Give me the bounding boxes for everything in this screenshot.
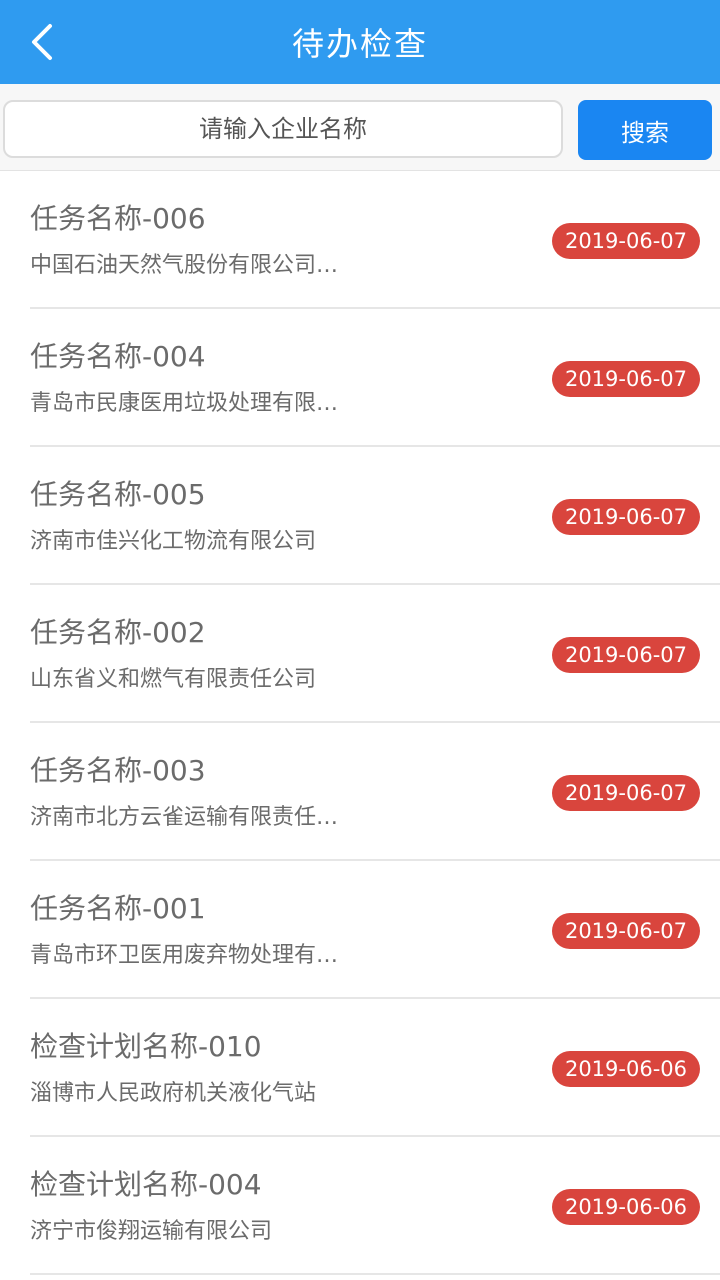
list-item[interactable]: 检查计划名称-004 济宁市俊翔运输有限公司 2019-06-06 — [30, 1137, 720, 1275]
date-badge: 2019-06-06 — [551, 1051, 700, 1087]
task-name: 任务名称-006 — [30, 202, 206, 235]
task-list: 任务名称-006 中国石油天然气股份有限公司… 2019-06-07 任务名称-… — [0, 171, 720, 1275]
list-item[interactable]: 任务名称-002 山东省义和燃气有限责任公司 2019-06-07 — [30, 585, 720, 723]
company-name: 青岛市民康医用垃圾处理有限… — [30, 391, 339, 416]
list-item[interactable]: 任务名称-001 青岛市环卫医用废弃物处理有… 2019-06-07 — [30, 861, 720, 999]
date-badge: 2019-06-07 — [551, 775, 700, 811]
search-bar: 搜索 — [0, 84, 720, 171]
date-badge: 2019-06-07 — [551, 499, 700, 535]
list-item[interactable]: 任务名称-004 青岛市民康医用垃圾处理有限… 2019-06-07 — [30, 309, 720, 447]
company-name: 济南市北方云雀运输有限责任… — [30, 805, 339, 830]
page-title: 待办检查 — [291, 25, 428, 63]
app-header: 待办检查 — [0, 0, 720, 84]
company-name: 山东省义和燃气有限责任公司 — [30, 667, 317, 692]
list-item[interactable]: 任务名称-003 济南市北方云雀运输有限责任… 2019-06-07 — [30, 723, 720, 861]
task-name: 任务名称-005 — [30, 478, 206, 511]
date-badge: 2019-06-06 — [551, 1189, 700, 1225]
date-badge: 2019-06-07 — [551, 913, 700, 949]
date-badge: 2019-06-07 — [551, 637, 700, 673]
list-item[interactable]: 任务名称-005 济南市佳兴化工物流有限公司 2019-06-07 — [30, 447, 720, 585]
task-name: 任务名称-001 — [30, 892, 206, 925]
task-name: 任务名称-004 — [30, 340, 206, 373]
company-name: 淄博市人民政府机关液化气站 — [30, 1081, 317, 1106]
company-name: 济南市佳兴化工物流有限公司 — [30, 529, 317, 554]
company-name: 青岛市环卫医用废弃物处理有… — [30, 943, 339, 968]
date-badge: 2019-06-07 — [551, 223, 700, 259]
list-item[interactable]: 检查计划名称-010 淄博市人民政府机关液化气站 2019-06-06 — [30, 999, 720, 1137]
task-name: 任务名称-002 — [30, 616, 206, 649]
task-name: 检查计划名称-004 — [30, 1168, 262, 1201]
search-input[interactable] — [3, 100, 563, 158]
company-name: 济宁市俊翔运输有限公司 — [30, 1219, 273, 1244]
search-button[interactable]: 搜索 — [578, 100, 712, 160]
company-name: 中国石油天然气股份有限公司… — [30, 253, 339, 278]
task-name: 任务名称-003 — [30, 754, 206, 787]
date-badge: 2019-06-07 — [551, 361, 700, 397]
list-item[interactable]: 任务名称-006 中国石油天然气股份有限公司… 2019-06-07 — [30, 171, 720, 309]
chevron-left-icon — [32, 24, 52, 60]
back-button[interactable] — [14, 14, 70, 70]
task-name: 检查计划名称-010 — [30, 1030, 262, 1063]
